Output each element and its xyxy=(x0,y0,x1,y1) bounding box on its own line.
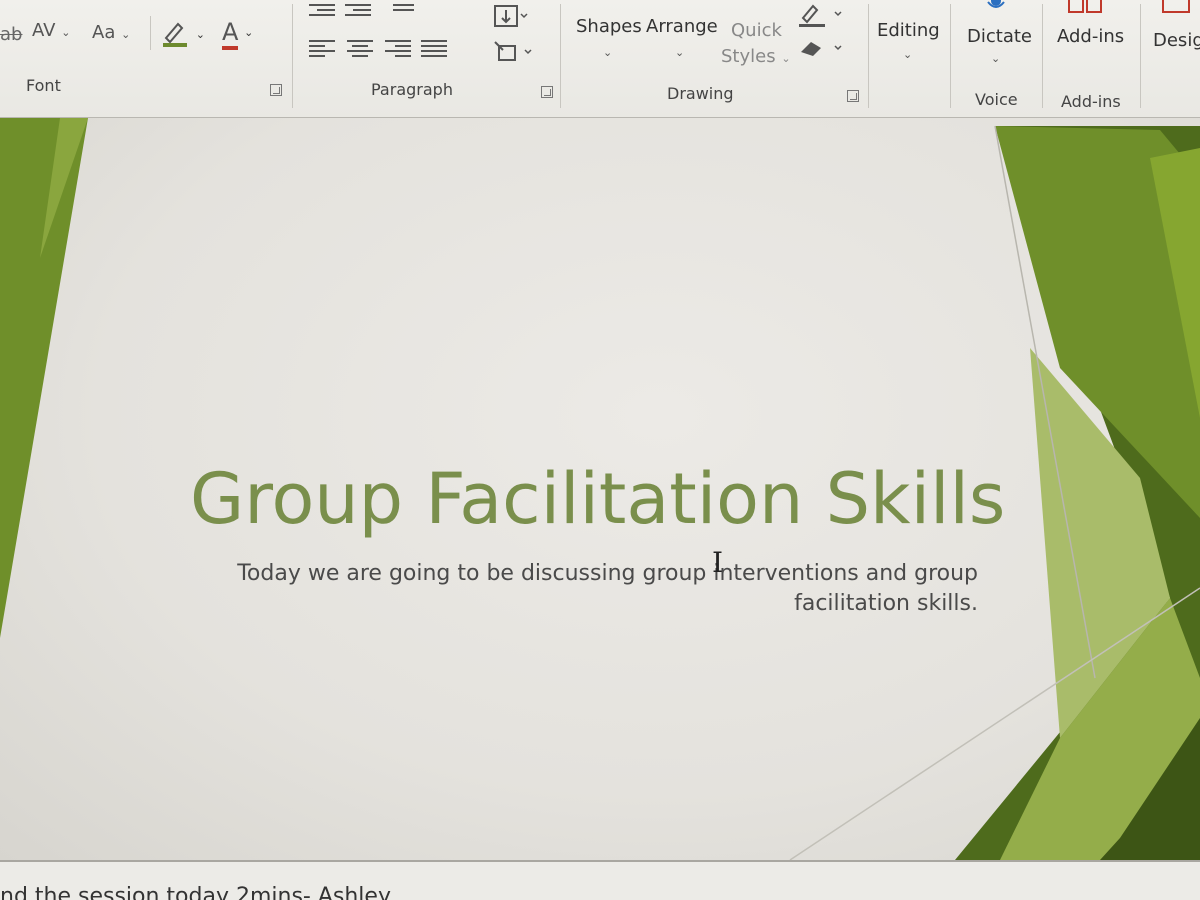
addins-group-label: Add-ins xyxy=(1061,92,1121,111)
chevron-down-icon: ⌄ xyxy=(244,26,254,39)
dictate-label: Dictate xyxy=(967,26,1032,47)
designer-group: Desig xyxy=(1141,0,1200,118)
font-group-label: Font xyxy=(26,76,61,95)
chevron-down-icon: ⌄ xyxy=(675,46,685,59)
voice-group: Dictate ⌄ Voice xyxy=(951,0,1041,118)
highlight-color-button[interactable]: ⌄ xyxy=(160,18,205,53)
font-dialog-launcher[interactable] xyxy=(270,84,282,96)
slide[interactable]: Group Facilitation Skills Today we are g… xyxy=(0,118,1200,860)
editing-group: Editing ⌄ xyxy=(869,0,949,118)
slide-subtitle[interactable]: Today we are going to be discussing grou… xyxy=(230,559,978,619)
paragraph-group: Paragraph xyxy=(293,0,558,118)
align-center-icon[interactable] xyxy=(347,40,373,60)
increase-indent-icon[interactable] xyxy=(345,4,371,24)
add-ins-label: Add-ins xyxy=(1057,26,1125,47)
chevron-down-icon: ⌄ xyxy=(61,26,71,39)
arrange-label: Arrange xyxy=(646,16,718,37)
strikethrough-button[interactable]: ab xyxy=(0,24,22,45)
microphone-icon xyxy=(987,0,1005,8)
justify-icon[interactable] xyxy=(421,40,447,60)
decrease-indent-icon[interactable] xyxy=(309,4,335,24)
strikethrough-label: ab xyxy=(0,24,23,45)
character-spacing-button[interactable]: AV ⌄ xyxy=(32,20,70,41)
quick-styles-button[interactable]: Quick xyxy=(731,20,782,41)
separator xyxy=(150,16,151,50)
font-group: ab AV ⌄ Aa ⌄ ⌄ A ⌄ Font xyxy=(0,0,290,118)
notes-text[interactable]: nd the session today 2mins- Ashley xyxy=(0,884,391,900)
shapes-label: Shapes xyxy=(576,16,642,37)
designer-label: Desig xyxy=(1153,30,1200,51)
chevron-down-icon: ⌄ xyxy=(603,46,613,59)
drawing-group: Shapes ⌄ Arrange ⌄ Quick Styles ⌄ Drawin… xyxy=(561,0,866,118)
paragraph-dialog-launcher[interactable] xyxy=(541,86,553,98)
addins-group: Add-ins Add-ins xyxy=(1043,0,1138,118)
shape-effects-icon[interactable] xyxy=(797,36,845,60)
drawing-dialog-launcher[interactable] xyxy=(847,90,859,102)
font-color-label: A xyxy=(222,18,239,50)
shapes-button[interactable]: Shapes xyxy=(576,16,642,37)
designer-icon xyxy=(1162,0,1190,13)
ribbon: ab AV ⌄ Aa ⌄ ⌄ A ⌄ Font Paragraph Shapes… xyxy=(0,0,1200,118)
slide-title[interactable]: Group Facilitation Skills xyxy=(190,458,1005,540)
change-case-button[interactable]: Aa ⌄ xyxy=(92,22,130,43)
quick-styles-label-line2: Styles xyxy=(721,46,776,67)
add-ins-icon xyxy=(1068,0,1102,13)
character-spacing-label: AV xyxy=(32,20,56,41)
paragraph-group-label: Paragraph xyxy=(371,80,453,99)
chevron-down-icon: ⌄ xyxy=(903,48,913,61)
change-case-label: Aa xyxy=(92,22,116,43)
align-left-icon[interactable] xyxy=(309,40,335,60)
designer-button[interactable]: Desig xyxy=(1153,30,1200,51)
voice-group-label: Voice xyxy=(975,90,1018,109)
subtitle-line-2: facilitation skills. xyxy=(794,591,978,616)
notes-pane[interactable]: nd the session today 2mins- Ashley xyxy=(0,860,1200,900)
subtitle-line-1: Today we are going to be discussing grou… xyxy=(237,561,978,586)
columns-icon[interactable] xyxy=(393,4,419,24)
slide-workspace: Group Facilitation Skills Today we are g… xyxy=(0,118,1200,860)
editing-button[interactable]: Editing xyxy=(877,20,940,41)
editing-label: Editing xyxy=(877,20,940,41)
chevron-down-icon: ⌄ xyxy=(121,28,131,41)
chevron-down-icon: ⌄ xyxy=(991,52,1001,65)
font-color-button[interactable]: A ⌄ xyxy=(222,18,254,50)
arrange-button[interactable]: Arrange xyxy=(646,16,718,37)
add-ins-button[interactable]: Add-ins xyxy=(1057,26,1124,47)
shape-fill-icon[interactable] xyxy=(797,0,845,28)
text-direction-icon[interactable] xyxy=(493,4,529,30)
quick-styles-button-lower[interactable]: Styles ⌄ xyxy=(721,46,791,67)
left-green-accent xyxy=(0,118,88,638)
text-cursor-icon: I xyxy=(712,546,724,579)
chevron-down-icon: ⌄ xyxy=(781,52,791,65)
quick-styles-label-line1: Quick xyxy=(731,20,782,41)
highlighter-icon xyxy=(163,22,187,47)
drawing-group-label: Drawing xyxy=(667,84,734,103)
dictate-button[interactable]: Dictate xyxy=(967,26,1032,47)
align-right-icon[interactable] xyxy=(385,40,411,60)
smartart-convert-icon[interactable] xyxy=(493,40,533,66)
chevron-down-icon: ⌄ xyxy=(195,28,205,41)
